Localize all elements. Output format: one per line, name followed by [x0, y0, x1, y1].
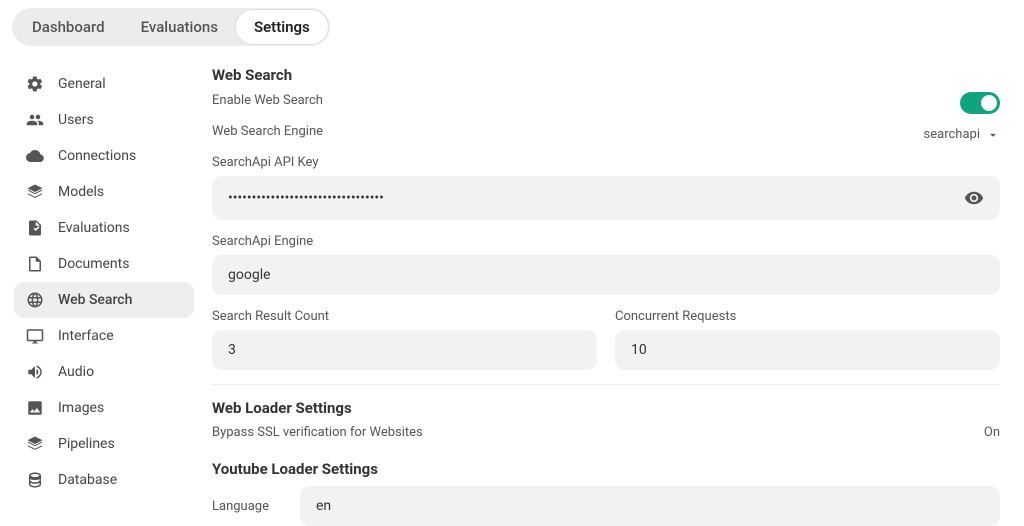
searchapi-engine-input[interactable]: google	[212, 255, 1000, 295]
api-key-input-wrap: •••••••••••••••••••••••••••••••••	[212, 176, 1000, 220]
result-count-label: Search Result Count	[212, 309, 597, 324]
document-icon	[26, 255, 44, 273]
sidebar-item-images[interactable]: Images	[14, 390, 194, 426]
sidebar-item-interface[interactable]: Interface	[14, 318, 194, 354]
tab-group: Dashboard Evaluations Settings	[12, 8, 330, 46]
speaker-icon	[26, 363, 44, 381]
sidebar-item-label: Database	[58, 472, 117, 488]
bypass-ssl-toggle[interactable]: On	[984, 425, 1000, 440]
sidebar-item-models[interactable]: Models	[14, 174, 194, 210]
database-icon	[26, 471, 44, 489]
web-search-engine-select[interactable]: searchapi	[924, 127, 1000, 142]
sidebar-item-label: Audio	[58, 364, 94, 380]
sidebar-item-label: General	[58, 76, 106, 92]
section-title-web-search: Web Search	[212, 66, 1000, 84]
settings-sidebar: General Users Connections Models Evaluat…	[14, 66, 194, 526]
sidebar-item-label: Pipelines	[58, 436, 115, 452]
sidebar-item-pipelines[interactable]: Pipelines	[14, 426, 194, 462]
globe-icon	[26, 291, 44, 309]
language-label: Language	[212, 499, 282, 514]
image-icon	[26, 399, 44, 417]
sidebar-item-label: Users	[58, 112, 94, 128]
tab-settings[interactable]: Settings	[236, 10, 328, 44]
divider	[212, 384, 1000, 385]
sidebar-item-evaluations[interactable]: Evaluations	[14, 210, 194, 246]
sidebar-item-database[interactable]: Database	[14, 462, 194, 498]
document-check-icon	[26, 219, 44, 237]
settings-content: Web Search Enable Web Search Web Search …	[212, 66, 1010, 526]
concurrent-requests-label: Concurrent Requests	[615, 309, 1000, 324]
sidebar-item-label: Connections	[58, 148, 136, 164]
bypass-ssl-label: Bypass SSL verification for Websites	[212, 425, 423, 440]
api-key-label: SearchApi API Key	[212, 155, 1000, 170]
chevron-down-icon	[986, 128, 1000, 142]
enable-web-search-toggle[interactable]	[960, 92, 1000, 114]
sidebar-item-label: Documents	[58, 256, 129, 272]
tab-dashboard[interactable]: Dashboard	[14, 10, 123, 44]
sidebar-item-users[interactable]: Users	[14, 102, 194, 138]
monitor-icon	[26, 327, 44, 345]
users-icon	[26, 111, 44, 129]
sidebar-item-label: Images	[58, 400, 104, 416]
top-tabs: Dashboard Evaluations Settings	[0, 0, 1024, 54]
language-input[interactable]: en	[300, 486, 1000, 526]
section-title-web-loader: Web Loader Settings	[212, 399, 1000, 417]
eye-icon[interactable]	[964, 188, 984, 208]
layers-icon	[26, 435, 44, 453]
sidebar-item-label: Evaluations	[58, 220, 130, 236]
result-count-input[interactable]: 3	[212, 330, 597, 370]
section-title-youtube: Youtube Loader Settings	[212, 460, 1000, 478]
web-search-engine-label: Web Search Engine	[212, 124, 323, 139]
sidebar-item-web-search[interactable]: Web Search	[14, 282, 194, 318]
sidebar-item-label: Web Search	[58, 292, 132, 308]
cloud-icon	[26, 147, 44, 165]
enable-web-search-label: Enable Web Search	[212, 93, 323, 108]
gear-icon	[26, 75, 44, 93]
tab-evaluations[interactable]: Evaluations	[123, 10, 236, 44]
concurrent-requests-input[interactable]: 10	[615, 330, 1000, 370]
sidebar-item-documents[interactable]: Documents	[14, 246, 194, 282]
searchapi-engine-label: SearchApi Engine	[212, 234, 1000, 249]
stack-icon	[26, 183, 44, 201]
sidebar-item-label: Models	[58, 184, 104, 200]
sidebar-item-audio[interactable]: Audio	[14, 354, 194, 390]
sidebar-item-connections[interactable]: Connections	[14, 138, 194, 174]
sidebar-item-label: Interface	[58, 328, 114, 344]
sidebar-item-general[interactable]: General	[14, 66, 194, 102]
api-key-input[interactable]: •••••••••••••••••••••••••••••••••	[228, 190, 384, 206]
web-search-engine-value: searchapi	[924, 127, 980, 142]
